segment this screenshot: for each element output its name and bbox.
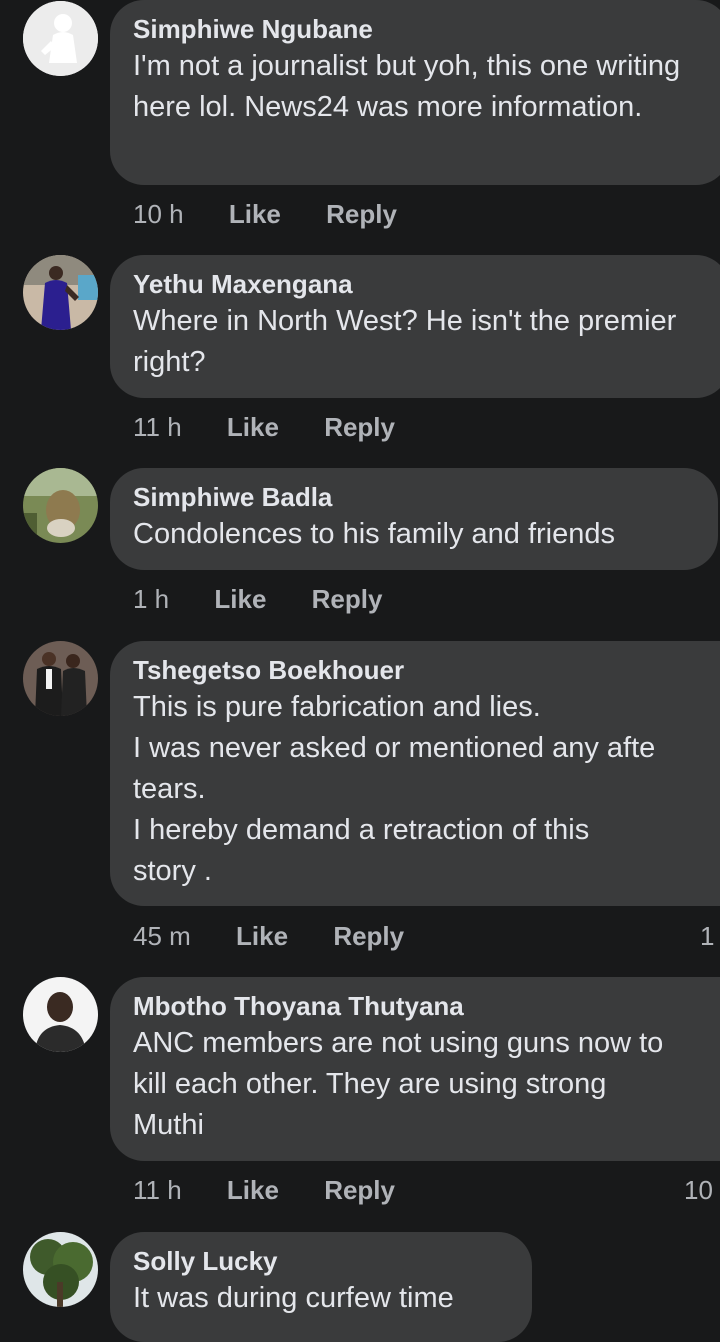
comment-bubble: Simphiwe Ngubane I'm not a journalist bu…: [110, 0, 720, 185]
reaction-count[interactable]: 1: [700, 921, 714, 952]
comment-time[interactable]: 1 h: [133, 584, 169, 615]
comment-text: ANC members are not using guns now to ki…: [133, 1027, 664, 1141]
comment-time[interactable]: 11 h: [133, 1175, 182, 1206]
reply-button[interactable]: Reply: [324, 412, 395, 443]
comment-bubble: Solly Lucky It was during curfew time: [110, 1232, 532, 1342]
comment-actions: 11 h Like Reply: [133, 1175, 395, 1206]
comment-text: I'm not a journalist but yoh, this one w…: [133, 50, 689, 123]
avatar[interactable]: [23, 255, 98, 330]
comment-text: This is pure fabrication and lies. I was…: [133, 691, 656, 887]
reply-button[interactable]: Reply: [312, 584, 383, 615]
avatar[interactable]: [23, 1232, 98, 1307]
woman-in-blue-dress-photo-icon: [23, 255, 98, 330]
reaction-count[interactable]: 10: [684, 1175, 713, 1206]
reply-button[interactable]: Reply: [326, 199, 397, 230]
comment-author[interactable]: Simphiwe Ngubane: [133, 12, 710, 46]
comment-author[interactable]: Tshegetso Boekhouer: [133, 653, 710, 687]
like-button[interactable]: Like: [214, 584, 266, 615]
avatar[interactable]: [23, 468, 98, 543]
couple-photo-icon: [23, 641, 98, 716]
default-profile-silhouette-icon: [23, 1, 98, 76]
like-button[interactable]: Like: [227, 1175, 279, 1206]
comment-actions: 11 h Like Reply: [133, 412, 395, 443]
avatar[interactable]: [23, 641, 98, 716]
comment-actions: 45 m Like Reply: [133, 921, 404, 952]
avatar[interactable]: [23, 1, 98, 76]
comment-actions: 1 h Like Reply: [133, 584, 382, 615]
comment-text: Where in North West? He isn't the premie…: [133, 305, 685, 378]
comment-text: Condolences to his family and friends: [133, 518, 615, 550]
reply-button[interactable]: Reply: [324, 1175, 395, 1206]
comment-bubble: Tshegetso Boekhouer This is pure fabrica…: [110, 641, 720, 906]
comment-actions: 10 h Like Reply: [133, 199, 397, 230]
tree-photo-icon: [23, 1232, 98, 1307]
comment-time[interactable]: 10 h: [133, 199, 184, 230]
comment-bubble: Mbotho Thoyana Thutyana ANC members are …: [110, 977, 720, 1161]
like-button[interactable]: Like: [229, 199, 281, 230]
comment-author[interactable]: Solly Lucky: [133, 1244, 512, 1278]
like-button[interactable]: Like: [227, 412, 279, 443]
reply-button[interactable]: Reply: [333, 921, 404, 952]
comment-author[interactable]: Yethu Maxengana: [133, 267, 710, 301]
comment-author[interactable]: Mbotho Thoyana Thutyana: [133, 989, 710, 1023]
comment-time[interactable]: 45 m: [133, 921, 191, 952]
painted-portrait-photo-icon: [23, 468, 98, 543]
comment-time[interactable]: 11 h: [133, 412, 182, 443]
comment-bubble: Simphiwe Badla Condolences to his family…: [110, 468, 718, 570]
man-portrait-photo-icon: [23, 977, 98, 1052]
comment-bubble: Yethu Maxengana Where in North West? He …: [110, 255, 720, 398]
comment-author[interactable]: Simphiwe Badla: [133, 480, 698, 514]
avatar[interactable]: [23, 977, 98, 1052]
comment-text: It was during curfew time: [133, 1282, 454, 1314]
like-button[interactable]: Like: [236, 921, 288, 952]
